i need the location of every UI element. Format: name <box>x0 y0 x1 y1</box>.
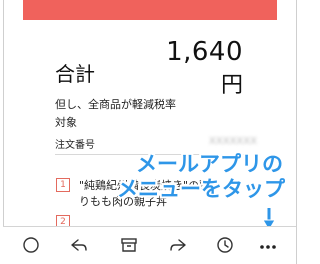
item-index-badge: 1 <box>56 178 70 192</box>
circle-button[interactable] <box>16 230 46 260</box>
more-button[interactable] <box>253 230 283 260</box>
archive-button[interactable] <box>114 230 144 260</box>
circle-icon <box>23 237 39 253</box>
bottom-toolbar <box>3 226 297 264</box>
header-banner <box>23 0 277 20</box>
tax-note: 但し、全商品が軽減税率 対象 <box>55 96 225 132</box>
mail-view: 合計 1,640 円 但し、全商品が軽減税率 対象 注文番号 XXXXXXX 1… <box>3 0 297 264</box>
forward-button[interactable] <box>163 230 193 260</box>
total-currency: 円 <box>220 73 243 98</box>
more-icon <box>260 245 276 249</box>
reply-icon <box>71 239 87 251</box>
tax-note-line1: 但し、全商品が軽減税率 <box>55 98 176 111</box>
snooze-button[interactable] <box>210 230 240 260</box>
forward-icon <box>170 239 186 251</box>
archive-icon <box>121 238 137 252</box>
instruction-caption-line2: メニューをタップ <box>117 177 285 201</box>
order-number-label: 注文番号 <box>55 140 95 151</box>
clock-icon <box>217 237 233 253</box>
reply-button[interactable] <box>64 230 94 260</box>
total-label: 合計 <box>55 62 95 86</box>
total-amount: 1,640 <box>166 37 243 67</box>
order-number-value: XXXXXXX <box>209 136 257 147</box>
tax-note-line2: 対象 <box>55 116 77 129</box>
